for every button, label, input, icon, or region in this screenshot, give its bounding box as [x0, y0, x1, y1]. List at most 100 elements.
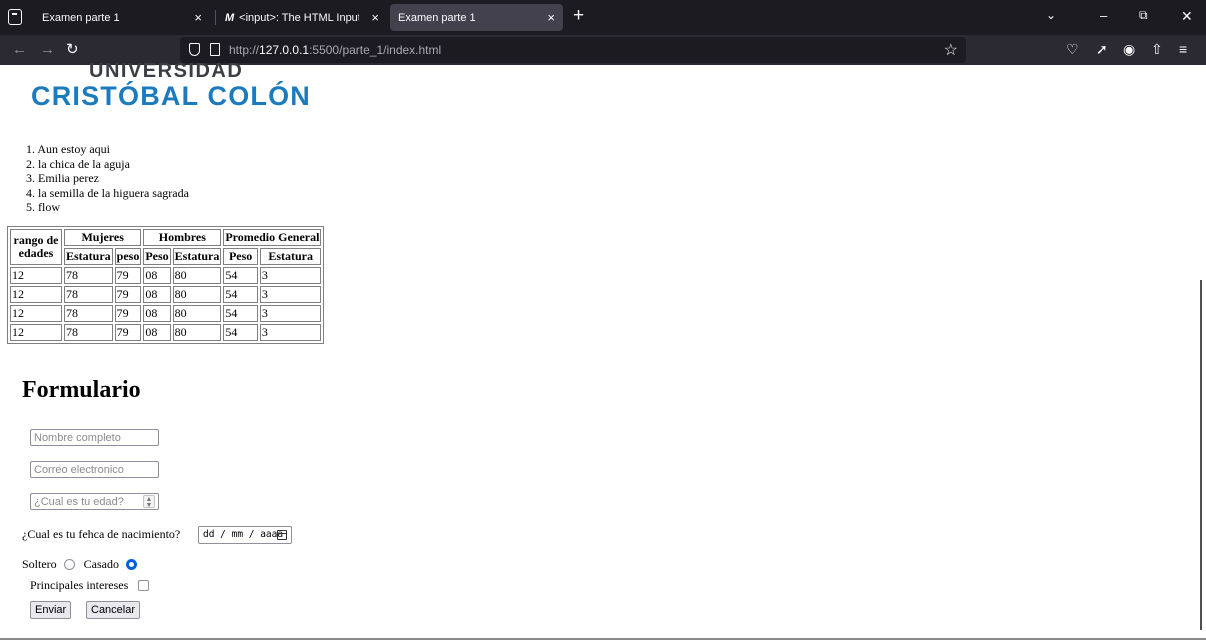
tab-title: <input>: The HTML Input elem — [239, 11, 360, 24]
table-cell: 54 — [223, 324, 258, 341]
close-icon[interactable]: × — [194, 10, 202, 25]
list-item: 2. la chica de la aguja — [26, 156, 130, 171]
table-row: 12 78 79 08 80 54 3 — [10, 286, 322, 303]
subheader-cell: Estatura — [172, 248, 222, 265]
tab-mdn-input[interactable]: M <input>: The HTML Input elem × — [217, 4, 387, 31]
table-cell: 80 — [172, 267, 222, 284]
bookmark-star-icon[interactable]: ☆ — [944, 40, 958, 60]
table-cell: 12 — [10, 286, 62, 303]
url-text[interactable]: http://127.0.0.1:5500/parte_1/index.html — [229, 43, 441, 57]
logo-line-universidad: UNIVERSIDAD — [89, 60, 244, 82]
table-cell: 78 — [64, 305, 113, 322]
spinner-icon[interactable]: ▲ ▼ — [143, 495, 155, 509]
list-item: 1. Aun estoy aqui — [26, 142, 110, 156]
table-cell: 78 — [64, 267, 113, 284]
forward-icon[interactable]: → — [40, 41, 55, 58]
pocket-icon[interactable]: ♡ — [1066, 41, 1079, 58]
close-icon[interactable]: × — [371, 10, 379, 25]
back-icon[interactable]: ← — [12, 41, 27, 58]
header-mujeres: Mujeres — [64, 229, 142, 246]
interests-label: Principales intereses — [30, 578, 129, 592]
table-cell: 08 — [143, 286, 171, 303]
interests-row: Principales intereses — [30, 578, 150, 593]
married-radio[interactable] — [126, 559, 137, 570]
reload-icon[interactable]: ↻ — [66, 40, 79, 58]
table-cell: 3 — [259, 286, 322, 303]
table-cell: 12 — [10, 324, 62, 341]
subheader-cell: peso — [114, 248, 142, 265]
account-icon[interactable]: ◉ — [1123, 41, 1135, 58]
subheader-cell: Peso — [143, 248, 171, 265]
table-cell: 80 — [172, 324, 222, 341]
table-cell: 3 — [259, 305, 322, 322]
table-cell: 79 — [114, 286, 142, 303]
dob-placeholder: dd / mm / aaaa — [203, 529, 284, 540]
tab-overview-icon[interactable] — [8, 9, 22, 25]
dob-label: ¿Cual es tu fehca de nacimiento? — [22, 527, 181, 541]
table-cell: 08 — [143, 305, 171, 322]
minimize-icon[interactable]: – — [1100, 8, 1107, 23]
list-item: 4. la semilla de la higuera sagrada — [26, 185, 189, 200]
header-age-range: rango de edades — [10, 229, 62, 265]
age-input[interactable] — [30, 493, 159, 510]
table-cell: 79 — [114, 267, 142, 284]
table-cell: 78 — [64, 324, 113, 341]
married-label: Casado — [83, 557, 119, 571]
table-cell: 80 — [172, 286, 222, 303]
page-scrollbar[interactable] — [1200, 280, 1202, 630]
single-label: Soltero — [22, 557, 57, 571]
single-radio[interactable] — [63, 559, 75, 570]
url-prefix: http:// — [229, 43, 260, 57]
restore-icon[interactable]: ⧉ — [1139, 8, 1148, 23]
menu-icon[interactable]: ≡ — [1179, 41, 1187, 57]
full-name-input[interactable] — [30, 429, 159, 446]
table-cell: 54 — [223, 267, 258, 284]
table-cell: 79 — [114, 305, 142, 322]
table-cell: 12 — [10, 305, 62, 322]
calendar-icon[interactable] — [277, 530, 287, 540]
email-input[interactable] — [30, 461, 159, 478]
tab-title: Examen parte 1 — [42, 11, 120, 24]
list-item: 5. flow — [26, 200, 60, 215]
table-row: 12 78 79 08 80 54 3 — [10, 267, 322, 284]
tab-divider — [215, 10, 216, 25]
subheader-cell: Estatura — [64, 248, 113, 265]
dob-date-input[interactable]: dd / mm / aaaa — [198, 526, 292, 544]
url-path: :5500/parte_1/index.html — [309, 43, 442, 57]
stats-table: rango de edades Mujeres Hombres Promedio… — [7, 226, 325, 344]
subheader-cell: Peso — [223, 248, 258, 265]
table-cell: 80 — [172, 305, 222, 322]
submit-button[interactable]: Enviar — [30, 601, 72, 619]
table-cell: 3 — [259, 267, 322, 284]
new-tab-icon[interactable]: + — [573, 5, 584, 27]
table-row: 12 78 79 08 80 54 3 — [10, 324, 322, 341]
window-close-icon[interactable]: ✕ — [1181, 8, 1193, 25]
age-field: ▲▼ — [30, 493, 159, 510]
header-hombres: Hombres — [143, 229, 222, 246]
tab-examen-1[interactable]: Examen parte 1 × — [34, 4, 210, 31]
chevron-down-icon[interactable]: ⌄ — [1046, 8, 1056, 22]
cancel-button[interactable]: Cancelar — [86, 601, 141, 619]
shield-icon[interactable] — [189, 43, 200, 56]
table-cell: 79 — [114, 324, 142, 341]
tab-title: Examen parte 1 — [398, 11, 476, 24]
list-item: 3. Emilia perez — [26, 171, 99, 186]
address-bar[interactable]: http://127.0.0.1:5500/parte_1/index.html… — [180, 37, 966, 63]
logo-line-cristobal-colon: CRISTÓBAL COLÓN — [31, 81, 311, 111]
page-icon[interactable] — [210, 43, 220, 56]
form-title: Formulario — [22, 377, 141, 403]
table-header-row: rango de edades Mujeres Hombres Promedio… — [10, 229, 322, 265]
interests-checkbox[interactable] — [138, 580, 150, 591]
share-icon[interactable]: ⇧ — [1151, 41, 1163, 58]
subheader-cell: Estatura — [259, 248, 322, 265]
close-icon[interactable]: × — [547, 10, 555, 25]
header-promedio-general: Promedio General — [223, 229, 322, 246]
window-bottom-border — [0, 638, 1206, 640]
table-cell: 08 — [143, 267, 171, 284]
tab-examen-1-active[interactable]: Examen parte 1 × — [390, 4, 563, 31]
table-cell: 54 — [223, 286, 258, 303]
tab-bar: Examen parte 1 × M <input>: The HTML Inp… — [0, 0, 1206, 35]
table-cell: 12 — [10, 267, 62, 284]
mdn-favicon-icon: M — [225, 11, 235, 24]
devtools-wrench-icon[interactable]: ➚ — [1096, 41, 1108, 58]
